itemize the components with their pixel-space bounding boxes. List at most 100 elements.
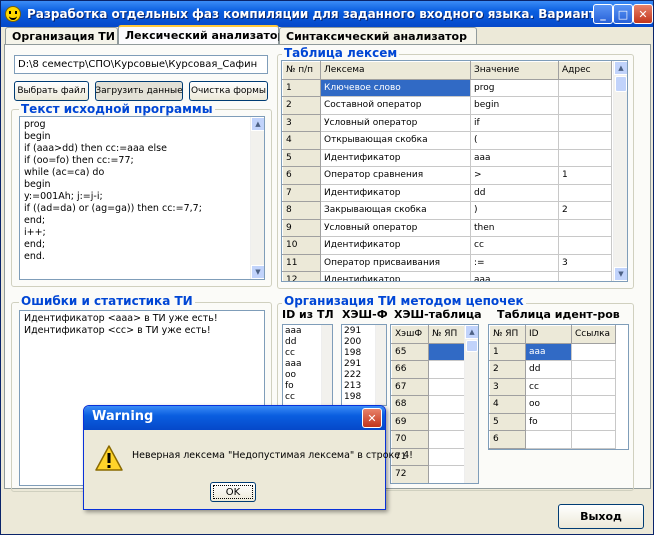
table-row[interactable]: 68 bbox=[391, 395, 465, 414]
column-header[interactable]: № п/п bbox=[282, 61, 321, 80]
close-button[interactable]: ✕ bbox=[633, 4, 653, 24]
cell[interactable]: fo bbox=[525, 412, 572, 431]
scroll-up-arrow-icon[interactable]: ▲ bbox=[251, 117, 264, 131]
tab-ti-organization[interactable]: Организация ТИ bbox=[5, 27, 118, 45]
table-row[interactable]: 65 bbox=[391, 342, 465, 361]
cell[interactable]: Идентификатор bbox=[320, 148, 471, 167]
id-list-scrollbar[interactable] bbox=[321, 325, 332, 405]
cell[interactable] bbox=[428, 342, 465, 361]
cell[interactable] bbox=[571, 377, 616, 396]
dialog-close-button[interactable]: ✕ bbox=[362, 408, 382, 428]
table-row[interactable]: 12 Идентификатор aaa bbox=[282, 271, 612, 281]
cell[interactable]: Условный оператор bbox=[320, 218, 471, 237]
column-header[interactable]: Лексема bbox=[320, 61, 471, 80]
cell[interactable] bbox=[558, 113, 612, 132]
tab-lexical-analyzer[interactable]: Лексический анализатор bbox=[118, 25, 285, 46]
cell[interactable] bbox=[571, 430, 616, 449]
cell[interactable]: dd bbox=[525, 360, 572, 379]
hash-list[interactable]: 291 200 198 291 222 213 198 bbox=[341, 324, 387, 406]
cell[interactable] bbox=[571, 412, 616, 431]
cell[interactable] bbox=[558, 271, 612, 281]
cell[interactable]: dd bbox=[470, 183, 559, 202]
table-row[interactable]: 7 Идентификатор dd bbox=[282, 183, 612, 202]
table-row[interactable]: 2 dd bbox=[489, 360, 616, 379]
cell[interactable]: Ключевое слово bbox=[320, 78, 471, 97]
cell[interactable] bbox=[558, 78, 612, 97]
column-header[interactable]: Значение bbox=[470, 61, 559, 80]
cell[interactable]: ( bbox=[470, 131, 559, 150]
cell[interactable]: Оператор присваивания bbox=[320, 253, 471, 272]
cell[interactable] bbox=[428, 377, 465, 396]
table-row[interactable]: 1 aaa bbox=[489, 342, 616, 361]
cell[interactable]: prog bbox=[470, 78, 559, 97]
scroll-thumb[interactable] bbox=[466, 340, 478, 352]
maximize-button[interactable]: □ bbox=[613, 4, 633, 24]
cell[interactable]: Закрывающая скобка bbox=[320, 201, 471, 220]
exit-button[interactable]: Выход bbox=[558, 504, 644, 529]
table-row[interactable]: 4 oo bbox=[489, 395, 616, 414]
scroll-up-arrow-icon[interactable]: ▲ bbox=[614, 61, 627, 75]
cell[interactable]: aaa bbox=[525, 342, 572, 361]
cell[interactable] bbox=[558, 131, 612, 150]
dialog-title-bar[interactable]: Warning ✕ bbox=[84, 406, 385, 430]
cell[interactable] bbox=[525, 430, 572, 449]
load-data-button[interactable]: Загрузить данные bbox=[95, 81, 183, 101]
cell[interactable]: 2 bbox=[558, 201, 612, 220]
minimize-button[interactable]: _ bbox=[593, 4, 613, 24]
cell[interactable] bbox=[558, 236, 612, 255]
title-bar[interactable]: Разработка отдельных фаз компиляции для … bbox=[1, 1, 653, 27]
cell[interactable] bbox=[571, 395, 616, 414]
table-row[interactable]: 5 Идентификатор aaa bbox=[282, 148, 612, 167]
cell[interactable] bbox=[571, 342, 616, 361]
cell[interactable]: Открывающая скобка bbox=[320, 131, 471, 150]
lexeme-table-scrollbar[interactable]: ▲ ▼ bbox=[613, 61, 627, 281]
cell[interactable]: 1 bbox=[558, 166, 612, 185]
table-row[interactable]: 2 Составной оператор begin bbox=[282, 96, 612, 115]
cell[interactable]: Оператор сравнения bbox=[320, 166, 471, 185]
table-row[interactable]: 9 Условный оператор then bbox=[282, 218, 612, 237]
cell[interactable] bbox=[558, 218, 612, 237]
table-row[interactable]: 69 bbox=[391, 412, 465, 431]
table-row[interactable]: 66 bbox=[391, 360, 465, 379]
table-row[interactable]: 4 Открывающая скобка( bbox=[282, 131, 612, 150]
lexeme-table[interactable]: № п/п Лексема Значение Адрес 1 Ключевое с… bbox=[281, 60, 628, 282]
scroll-down-arrow-icon[interactable]: ▼ bbox=[614, 267, 627, 281]
cell[interactable] bbox=[558, 96, 612, 115]
cell[interactable] bbox=[428, 360, 465, 379]
cell[interactable]: if bbox=[470, 113, 559, 132]
ident-table[interactable]: № ЯП ID Ссылка 1 aaa 2 dd 3 cc 4 oo 5 fo 6 bbox=[488, 324, 629, 450]
table-row[interactable]: 1 Ключевое слово prog bbox=[282, 78, 612, 97]
scroll-up-arrow-icon[interactable]: ▲ bbox=[465, 325, 478, 339]
cell[interactable]: Идентификатор bbox=[320, 271, 471, 281]
source-scrollbar[interactable]: ▲ ▼ bbox=[250, 117, 264, 279]
cell[interactable]: aaa bbox=[470, 148, 559, 167]
file-path-field[interactable]: D:\8 семестр\СПО\Курсовые\Курсовая_Сафин bbox=[14, 55, 268, 74]
cell[interactable] bbox=[558, 183, 612, 202]
cell[interactable] bbox=[428, 412, 465, 431]
table-row[interactable]: 70 bbox=[391, 430, 465, 449]
cell[interactable]: > bbox=[470, 166, 559, 185]
table-row[interactable]: 72 bbox=[391, 465, 465, 483]
source-text-area[interactable]: prog begin if (aaa>dd) then cc:=aaa else… bbox=[19, 116, 265, 280]
cell[interactable] bbox=[428, 395, 465, 414]
id-list[interactable]: aaa dd cc aaa oo fo cc bbox=[282, 324, 333, 406]
choose-file-button[interactable]: Выбрать файл bbox=[14, 81, 89, 101]
table-row[interactable]: 11 Оператор присваивания:= 3 bbox=[282, 253, 612, 272]
hash-table-scrollbar[interactable]: ▲ bbox=[464, 325, 478, 483]
column-header[interactable]: ID bbox=[525, 325, 572, 344]
cell[interactable]: ) bbox=[470, 201, 559, 220]
table-row[interactable]: 67 bbox=[391, 377, 465, 396]
table-row[interactable]: 10 Идентификатор cc bbox=[282, 236, 612, 255]
cell[interactable]: Условный оператор bbox=[320, 113, 471, 132]
cell[interactable] bbox=[571, 360, 616, 379]
table-row[interactable]: 3 cc bbox=[489, 377, 616, 396]
table-row[interactable]: 6 bbox=[489, 430, 616, 449]
cell[interactable]: oo bbox=[525, 395, 572, 414]
table-row[interactable]: 5 fo bbox=[489, 412, 616, 431]
cell[interactable] bbox=[428, 430, 465, 449]
cell[interactable] bbox=[428, 447, 465, 466]
tab-syntax-analyzer[interactable]: Синтаксический анализатор bbox=[279, 27, 477, 45]
cell[interactable]: := bbox=[470, 253, 559, 272]
cell[interactable]: Идентификатор bbox=[320, 183, 471, 202]
cell[interactable]: cc bbox=[525, 377, 572, 396]
